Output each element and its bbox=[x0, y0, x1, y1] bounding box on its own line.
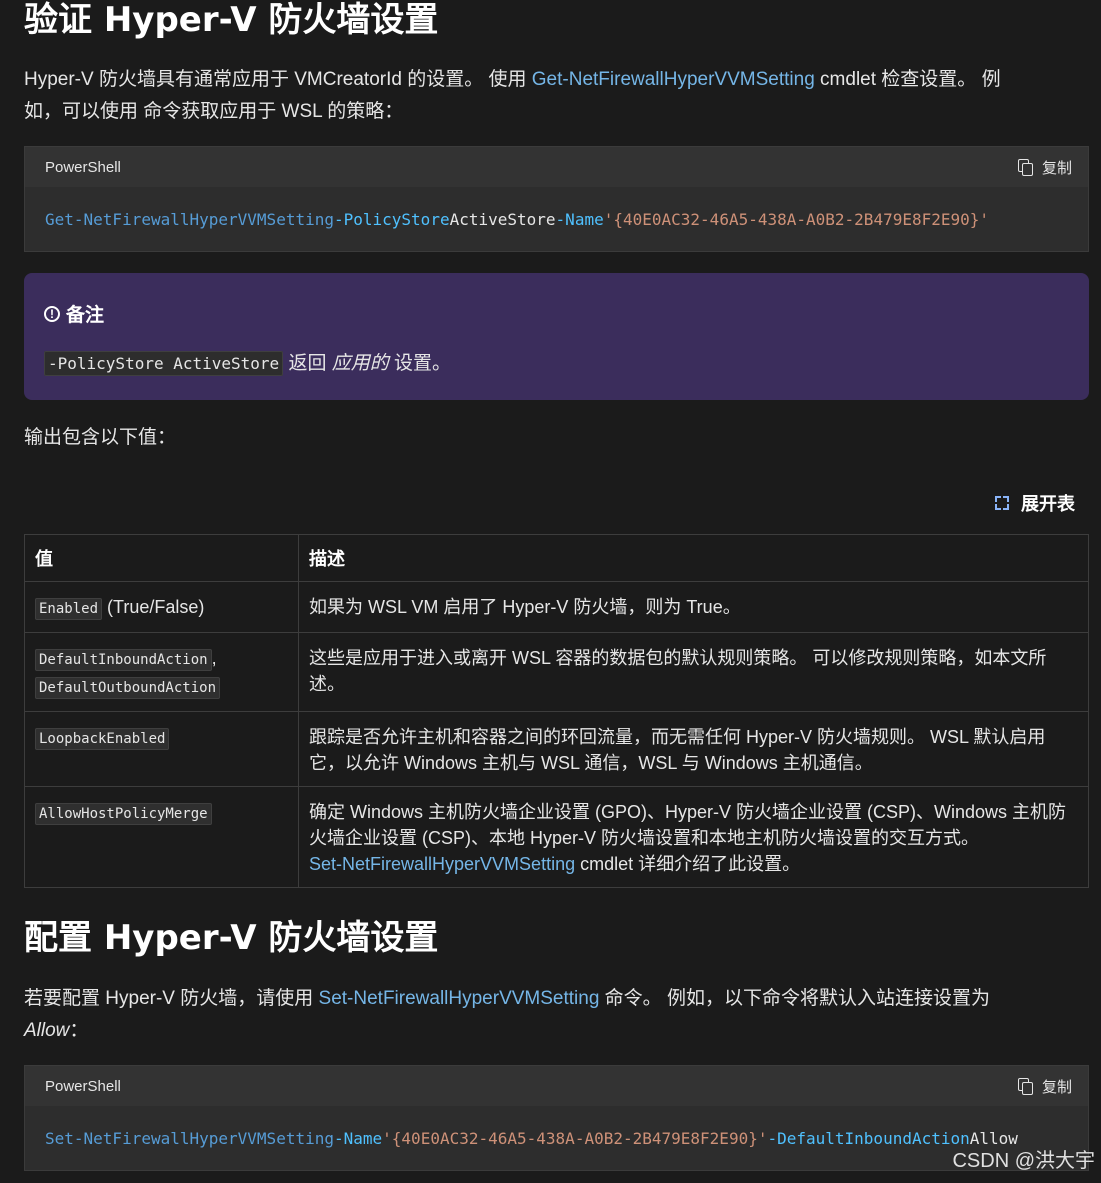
code-string-guid: '{40E0AC32-46A5-438A-A0B2-2B479E8F2E90}' bbox=[603, 209, 990, 229]
table-cell-description: 这些是应用于进入或离开 WSL 容器的数据包的默认规则策略。 可以修改规则策略，… bbox=[298, 632, 1089, 712]
copy-button[interactable]: 复制 bbox=[1017, 157, 1072, 178]
code-string-guid: '{40E0AC32-46A5-438A-A0B2-2B479E8F2E90}' bbox=[382, 1128, 768, 1148]
note-text-emphasis: 应用的 bbox=[331, 353, 389, 374]
note-text-after: 设置。 bbox=[388, 353, 452, 374]
note-inline-code: -PolicyStore ActiveStore bbox=[44, 351, 284, 376]
code-line: Set-NetFirewallHyperVVMSetting -Name '{4… bbox=[25, 1106, 1088, 1170]
code-block-get: PowerShell 复制 Get-NetFirewallHyperVVMSet… bbox=[24, 146, 1089, 252]
code-header: PowerShell 复制 bbox=[25, 147, 1088, 187]
code-block-set: PowerShell 复制 Set-NetFirewallHyperVVMSet… bbox=[24, 1065, 1089, 1171]
config-text-2: 命令。 例如，以下命令将默认入站连接设置为 bbox=[599, 988, 990, 1009]
table-cell-value: Enabled (True/False) bbox=[24, 581, 299, 633]
table-row: Enabled (True/False) 如果为 WSL VM 启用了 Hype… bbox=[24, 581, 1089, 633]
table-row: DefaultInboundAction, DefaultOutboundActi… bbox=[24, 632, 1089, 712]
code-param-name: -Name bbox=[333, 1128, 383, 1148]
value-separator: , bbox=[211, 648, 217, 668]
value-code-2: DefaultOutboundAction bbox=[35, 677, 221, 699]
note-text: -PolicyStore ActiveStore 返回 应用的 设置。 bbox=[44, 348, 451, 380]
heading-configure-settings: 配置 Hyper-V 防火墙设置 bbox=[24, 918, 439, 958]
note-title: ! 备注 bbox=[44, 300, 104, 327]
value-code: DefaultInboundAction bbox=[35, 649, 212, 671]
expand-table-button[interactable]: 展开表 bbox=[995, 490, 1075, 516]
code-value-activestore: ActiveStore bbox=[449, 209, 556, 229]
expand-icon bbox=[995, 496, 1009, 510]
watermark: CSDN @洪大宇 bbox=[952, 1150, 1095, 1172]
table-cell-description: 跟踪是否允许主机和容器之间的环回流量，而无需任何 Hyper-V 防火墙规则。 … bbox=[298, 711, 1089, 787]
value-code: AllowHostPolicyMerge bbox=[35, 803, 212, 825]
get-cmdlet-link[interactable]: Get-NetFirewallHyperVVMSetting bbox=[532, 69, 815, 90]
copy-label: 复制 bbox=[1041, 159, 1072, 177]
set-cmdlet-link[interactable]: Set-NetFirewallHyperVVMSetting bbox=[309, 854, 575, 874]
note-callout: ! 备注 -PolicyStore ActiveStore 返回 应用的 设置。 bbox=[24, 273, 1089, 400]
config-text-3: ： bbox=[69, 1020, 89, 1041]
copy-icon bbox=[1017, 159, 1034, 176]
value-code: Enabled bbox=[35, 598, 103, 620]
code-param-defaultinbound: -DefaultInboundAction bbox=[767, 1128, 970, 1148]
table-header-row: 值 描述 bbox=[24, 534, 1089, 582]
table-cell-description: 如果为 WSL VM 启用了 Hyper-V 防火墙，则为 True。 bbox=[298, 581, 1089, 633]
note-title-text: 备注 bbox=[66, 305, 105, 326]
intro-text: Hyper-V 防火墙具有通常应用于 VMCreatorId 的设置。 使用 bbox=[24, 69, 532, 90]
table-row: AllowHostPolicyMerge 确定 Windows 主机防火墙企业设… bbox=[24, 786, 1089, 888]
description-text-after: cmdlet 详细介绍了此设置。 bbox=[575, 854, 801, 874]
code-param-name: -Name bbox=[555, 209, 604, 229]
expand-label: 展开表 bbox=[1021, 494, 1075, 514]
code-language-label: PowerShell bbox=[45, 158, 121, 176]
code-line: Get-NetFirewallHyperVVMSetting -PolicySt… bbox=[25, 187, 1088, 251]
output-intro: 输出包含以下值： bbox=[24, 427, 177, 448]
code-cmdlet: Set-NetFirewallHyperVVMSetting bbox=[45, 1128, 334, 1148]
note-text-before: 返回 bbox=[283, 353, 332, 374]
code-header: PowerShell 复制 bbox=[25, 1066, 1088, 1106]
set-cmdlet-link[interactable]: Set-NetFirewallHyperVVMSetting bbox=[319, 988, 600, 1009]
copy-label: 复制 bbox=[1041, 1078, 1072, 1096]
info-icon: ! bbox=[44, 305, 60, 322]
table-cell-value: LoopbackEnabled bbox=[24, 711, 299, 787]
intro-paragraph-2: 若要配置 Hyper-V 防火墙，请使用 Set-NetFirewallHype… bbox=[24, 983, 990, 1047]
value-code: LoopbackEnabled bbox=[35, 728, 170, 750]
table-cell-value: DefaultInboundAction, DefaultOutboundActi… bbox=[24, 632, 299, 712]
header-description: 描述 bbox=[298, 534, 1089, 582]
table-cell-value: AllowHostPolicyMerge bbox=[24, 786, 299, 888]
copy-icon bbox=[1017, 1078, 1034, 1095]
heading-verify-settings: 验证 Hyper-V 防火墙设置 bbox=[24, 0, 439, 40]
code-language-label: PowerShell bbox=[45, 1077, 121, 1095]
description-text: 确定 Windows 主机防火墙企业设置 (GPO)、Hyper-V 防火墙企业… bbox=[309, 802, 1067, 848]
intro-paragraph-1: Hyper-V 防火墙具有通常应用于 VMCreatorId 的设置。 使用 G… bbox=[24, 64, 1001, 128]
settings-table: 值 描述 Enabled (True/False) 如果为 WSL VM 启用了… bbox=[24, 534, 1089, 888]
table-row: LoopbackEnabled 跟踪是否允许主机和容器之间的环回流量，而无需任何… bbox=[24, 711, 1089, 787]
value-text: (True/False) bbox=[102, 597, 205, 617]
intro-text-3: 如，可以使用 命令获取应用于 WSL 的策略： bbox=[24, 101, 404, 122]
header-value: 值 bbox=[24, 534, 299, 582]
config-text-emphasis: Allow bbox=[24, 1020, 70, 1041]
copy-button[interactable]: 复制 bbox=[1017, 1076, 1072, 1097]
config-text: 若要配置 Hyper-V 防火墙，请使用 bbox=[24, 988, 319, 1009]
table-cell-description: 确定 Windows 主机防火墙企业设置 (GPO)、Hyper-V 防火墙企业… bbox=[298, 786, 1089, 888]
code-cmdlet: Get-NetFirewallHyperVVMSetting bbox=[45, 209, 334, 229]
intro-text-2: cmdlet 检查设置。 例 bbox=[814, 69, 1001, 90]
code-param-policystore: -PolicyStore bbox=[333, 209, 450, 229]
